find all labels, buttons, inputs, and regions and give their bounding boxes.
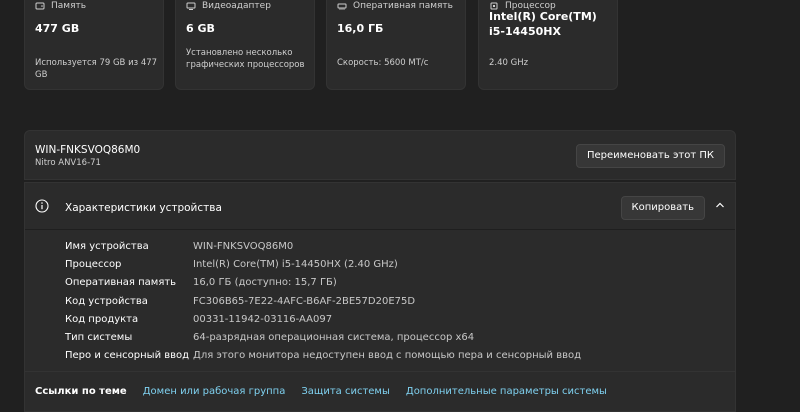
ram-card-sub: Скорость: 5600 МТ/с (337, 57, 428, 69)
storage-card-header: Память (35, 1, 86, 11)
link-system-protection[interactable]: Защита системы (301, 386, 390, 397)
storage-card-sub: Используется 79 GB из 477 GB (35, 57, 163, 81)
chevron-up-icon[interactable] (715, 201, 725, 209)
cpu-card-value-line-1: Intel(R) Core(TM) (489, 10, 597, 23)
storage-card: Память 477 GB Используется 79 GB из 477 … (24, 0, 164, 90)
spec-value: Intel(R) Core(TM) i5-14450HX (2.40 GHz) (193, 258, 398, 270)
gpu-card: Видеоадаптер 6 GB Установлено несколько … (175, 0, 315, 90)
cpu-card-value: Intel(R) Core(TM) i5-14450HX (489, 9, 597, 39)
storage-icon (35, 2, 45, 10)
gpu-card-value: 6 GB (186, 22, 215, 35)
storage-card-label: Память (51, 1, 87, 11)
cpu-card: Процессор Intel(R) Core(TM) i5-14450HX 2… (478, 0, 618, 90)
related-links-label: Ссылки по теме (35, 386, 127, 397)
divider (25, 229, 735, 230)
spec-row-device-name: Имя устройства WIN-FNKSVOQ86M0 (65, 237, 581, 255)
gpu-card-sub-line-2: графических процессоров (186, 60, 305, 70)
spec-key: Процессор (65, 258, 122, 270)
pc-model: Nitro ANV16-71 (35, 158, 101, 168)
cpu-card-value-line-2: i5-14450HX (489, 25, 561, 38)
storage-card-sub-line: Используется 79 GB из 477 GB (35, 58, 158, 80)
spec-key: Код устройства (65, 295, 148, 307)
storage-card-value: 477 GB (35, 22, 80, 35)
pc-name-section: WIN-FNKSVOQ86M0 Nitro ANV16-71 Переимено… (24, 130, 736, 180)
spec-value: Для этого монитора недоступен ввод с пом… (193, 350, 582, 362)
spec-value: WIN-FNKSVOQ86M0 (193, 240, 294, 252)
spec-row-device-id: Код устройства FC306B65-7E22-4AFC-B6AF-2… (65, 292, 581, 310)
copy-button[interactable]: Копировать (620, 196, 705, 220)
ram-card-value: 16,0 ГБ (337, 22, 384, 35)
info-icon (35, 199, 49, 213)
link-advanced-system-settings[interactable]: Дополнительные параметры системы (406, 386, 607, 397)
cpu-card-sub-line: 2.40 GHz (489, 58, 529, 68)
ram-card-label: Оперативная память (353, 1, 453, 11)
gpu-card-sub-line-1: Установлено несколько (186, 48, 293, 58)
spec-value: 64-разрядная операционная система, проце… (193, 332, 475, 344)
gpu-card-header: Видеоадаптер (186, 1, 271, 11)
display-adapter-icon (186, 2, 196, 10)
spec-value: 00331-11942-03116-AA097 (193, 313, 333, 325)
gpu-card-label: Видеоадаптер (202, 1, 271, 11)
ram-card: Оперативная память 16,0 ГБ Скорость: 560… (326, 0, 466, 90)
spec-row-pen-touch: Перо и сенсорный ввод Для этого монитора… (65, 347, 581, 365)
related-links-bar: Ссылки по теме Домен или рабочая группа … (24, 372, 736, 412)
spec-key: Код продукта (65, 313, 139, 325)
spec-key: Тип системы (65, 332, 133, 344)
specifications-list: Имя устройства WIN-FNKSVOQ86M0 Процессор… (65, 237, 581, 365)
device-specifications-section: Характеристики устройства Копировать Имя… (24, 182, 736, 372)
rename-pc-button[interactable]: Переименовать этот ПК (576, 144, 725, 168)
ram-card-header: Оперативная память (337, 1, 453, 11)
spec-row-ram: Оперативная память 16,0 ГБ (доступно: 15… (65, 274, 581, 292)
pc-name: WIN-FNKSVOQ86M0 (35, 144, 141, 156)
spec-key: Оперативная память (65, 277, 177, 289)
link-domain-workgroup[interactable]: Домен или рабочая группа (143, 386, 286, 397)
spec-row-system-type: Тип системы 64-разрядная операционная си… (65, 328, 581, 346)
spec-value: 16,0 ГБ (доступно: 15,7 ГБ) (193, 277, 337, 289)
memory-icon (337, 3, 347, 10)
ram-card-sub-line: Скорость: 5600 МТ/с (337, 58, 429, 68)
cpu-card-sub: 2.40 GHz (489, 57, 528, 69)
spec-key: Перо и сенсорный ввод (65, 350, 190, 362)
spec-row-product-id: Код продукта 00331-11942-03116-AA097 (65, 310, 581, 328)
spec-key: Имя устройства (65, 240, 149, 252)
device-specifications-header[interactable]: Характеристики устройства Копировать (25, 183, 735, 229)
spec-value: FC306B65-7E22-4AFC-B6AF-2BE57D20E75D (193, 295, 416, 307)
device-specifications-title: Характеристики устройства (65, 202, 222, 214)
gpu-card-sub: Установлено несколько графических процес… (186, 47, 305, 71)
spec-row-processor: Процессор Intel(R) Core(TM) i5-14450HX (… (65, 255, 581, 273)
